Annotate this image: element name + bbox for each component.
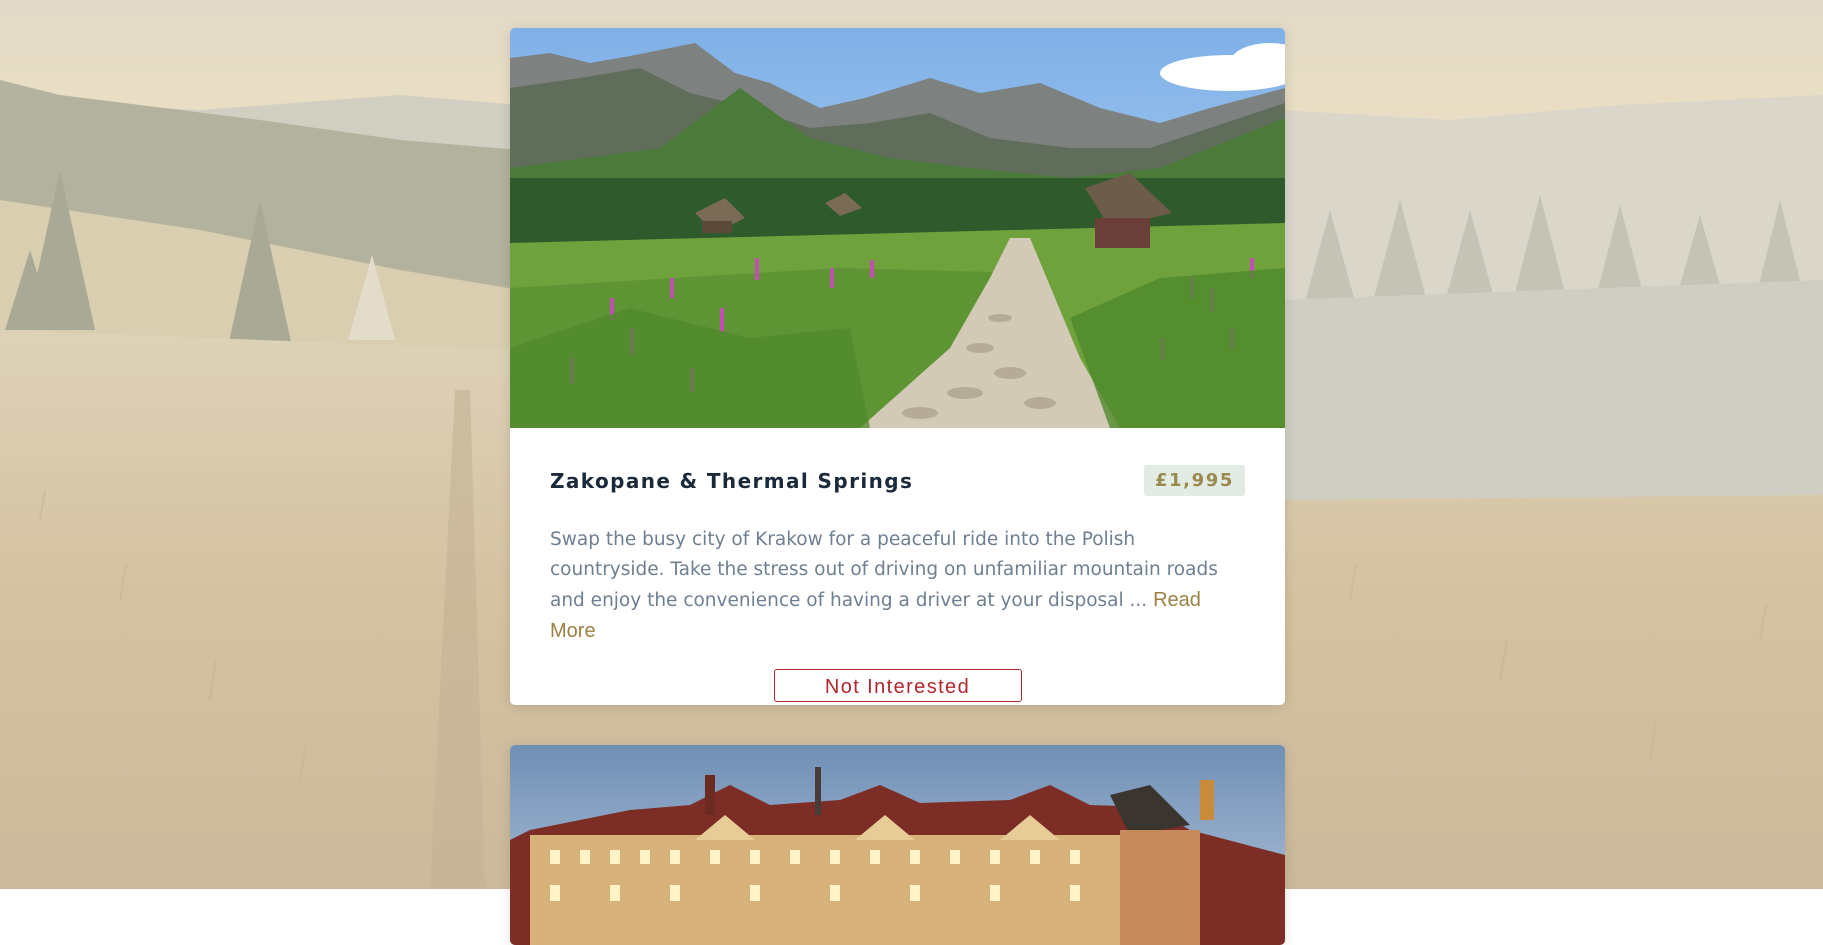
not-interested-button[interactable]: Not Interested — [773, 669, 1022, 702]
tour-image-zakopane — [510, 28, 1285, 428]
tour-title: Zakopane & Thermal Springs — [550, 468, 914, 493]
tour-card — [510, 745, 1285, 945]
tour-card: Zakopane & Thermal Springs £1,995 Swap t… — [510, 28, 1285, 705]
mountain-meadow-photo[interactable] — [510, 28, 1285, 428]
tour-image-castle — [510, 745, 1285, 945]
price-badge: £1,995 — [1143, 465, 1245, 496]
tour-description: Swap the busy city of Krakow for a peace… — [550, 525, 1245, 647]
tour-description-text: Swap the busy city of Krakow for a peace… — [550, 529, 1218, 611]
royal-castle-photo[interactable] — [510, 745, 1285, 945]
